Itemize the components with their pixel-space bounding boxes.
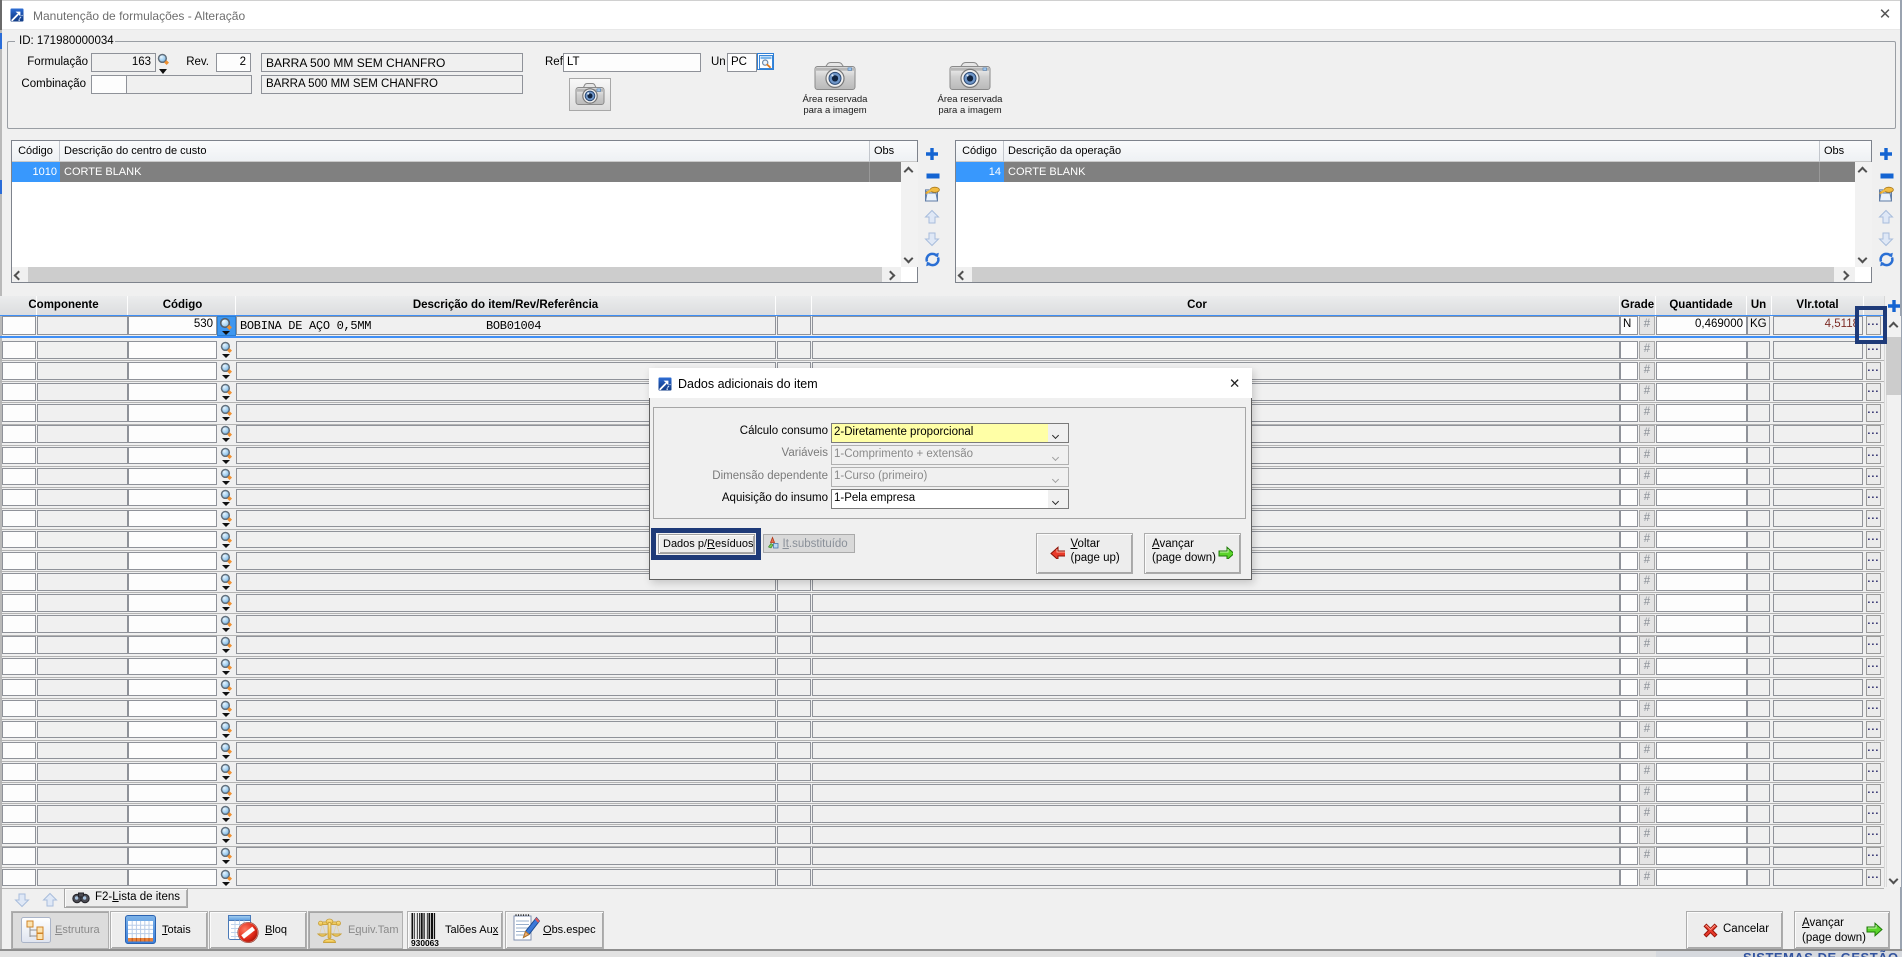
svg-text:930063: 930063 xyxy=(411,938,439,947)
